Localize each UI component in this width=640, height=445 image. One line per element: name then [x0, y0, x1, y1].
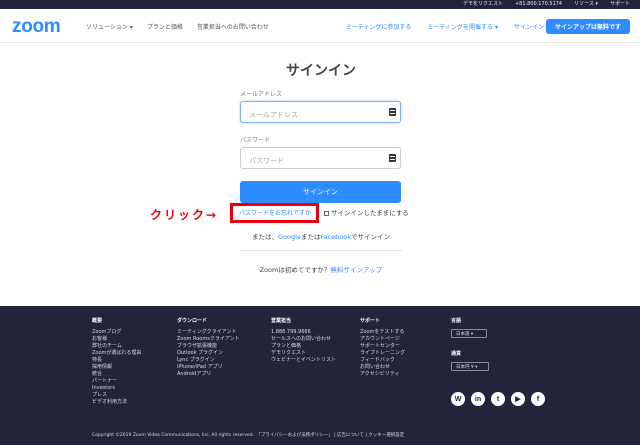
- join-meeting-link[interactable]: ミーティングに参加する: [346, 22, 412, 31]
- footer-link[interactable]: 特長: [92, 357, 141, 364]
- email-field-wrapper: [240, 101, 401, 125]
- footer-heading: 概要: [92, 318, 103, 324]
- new-user-line: Zoomは初めてですか？無料サインアップ: [240, 264, 402, 274]
- main-nav: zoom ソリューション ▾ プランと価格 営業担当へのお問い合わせ ミーティン…: [0, 9, 640, 43]
- footer-link[interactable]: お客様: [92, 336, 141, 343]
- nav-item-plans-pricing[interactable]: プランと価格: [147, 22, 183, 31]
- alternate-signin-line: または、GoogleまたはFacebookでサインイン: [240, 231, 402, 241]
- language-heading: 言語: [451, 318, 462, 324]
- currency-select[interactable]: 日本円 ¥ ▾: [451, 362, 489, 371]
- signin-submit-button[interactable]: サインイン: [240, 181, 401, 203]
- google-signin-link[interactable]: Google: [278, 233, 301, 241]
- password-field[interactable]: [241, 151, 381, 171]
- alt-mid: または: [300, 233, 321, 241]
- footer-link[interactable]: セールスへのお問い合わせ: [271, 336, 336, 343]
- youtube-icon[interactable]: ▶: [511, 392, 525, 406]
- footer-link[interactable]: Outlook プラグイン: [177, 350, 240, 357]
- footer-link[interactable]: 統合: [92, 371, 141, 378]
- footer-link[interactable]: パートナー: [92, 378, 141, 385]
- footer-link[interactable]: フィードバック: [360, 357, 405, 364]
- alt-prefix: または、: [252, 233, 279, 241]
- footer-column-about: 概要 Zoomブログ お客様 弊社のチーム Zoomが選ばれる理由 特長 採用情…: [92, 317, 141, 406]
- resources-menu[interactable]: リソース ▾: [574, 0, 598, 9]
- divider: [240, 250, 402, 251]
- footer-link[interactable]: ライブトレーニング: [360, 350, 405, 357]
- footer-link[interactable]: Zoom Roomsクライアント: [177, 336, 240, 343]
- social-links: W in t ▶ f: [451, 392, 545, 406]
- nav-item-contact-sales[interactable]: 営業担当へのお問い合わせ: [197, 22, 269, 31]
- footer-link[interactable]: Androidアプリ: [177, 371, 240, 378]
- signin-link[interactable]: サインイン: [514, 22, 544, 31]
- footer-link[interactable]: アカウントページ: [360, 336, 405, 343]
- free-signup-link[interactable]: 無料サインアップ: [330, 266, 382, 274]
- autofill-key-icon[interactable]: [389, 154, 396, 162]
- facebook-icon[interactable]: f: [531, 392, 545, 406]
- footer-link[interactable]: ビデオ利用方法: [92, 399, 141, 406]
- footer-heading: ダウンロード: [177, 318, 208, 324]
- keep-signed-in-checkbox[interactable]: [324, 211, 329, 216]
- facebook-signin-link[interactable]: Facebook: [320, 233, 351, 241]
- twitter-icon[interactable]: t: [491, 392, 505, 406]
- password-label: パスワード: [240, 137, 271, 144]
- nav-left-menu: ソリューション ▾ プランと価格 営業担当へのお問い合わせ: [86, 9, 269, 43]
- footer-link[interactable]: Investors: [92, 385, 141, 392]
- footer: 概要 Zoomブログ お客様 弊社のチーム Zoomが選ばれる理由 特長 採用情…: [0, 306, 640, 445]
- footer-link[interactable]: Lync プラグイン: [177, 357, 240, 364]
- page-title: サインイン: [286, 63, 356, 79]
- footer-link[interactable]: Zoomが選ばれる理由: [92, 350, 141, 357]
- forgot-password-link[interactable]: パスワードをお忘れですか: [239, 208, 311, 217]
- wordpress-icon[interactable]: W: [451, 392, 465, 406]
- footer-heading: 営業担当: [271, 318, 292, 324]
- email-label: メールアドレス: [240, 91, 283, 98]
- footer-link[interactable]: iPhone/iPad アプリ: [177, 364, 240, 371]
- keep-signed-in-option[interactable]: サインインしたままにする: [324, 207, 409, 217]
- footer-link[interactable]: 採用情報: [92, 364, 141, 371]
- keep-signed-in-label: サインインしたままにする: [331, 209, 409, 217]
- footer-link[interactable]: ミーティングクライアント: [177, 329, 240, 336]
- footer-link[interactable]: 1.888.799.9666: [271, 329, 336, 336]
- footer-link[interactable]: ブラウザ拡張機能: [177, 343, 240, 350]
- footer-link[interactable]: Zoomをテストする: [360, 329, 405, 336]
- phone-number[interactable]: +81.800.170.5174: [515, 0, 562, 9]
- footer-heading: サポート: [360, 318, 381, 324]
- nav-item-solutions[interactable]: ソリューション ▾: [86, 22, 133, 31]
- footer-link[interactable]: プランと価格: [271, 343, 336, 350]
- footer-link[interactable]: デモリクエスト: [271, 350, 336, 357]
- zoom-logo[interactable]: zoom: [12, 16, 61, 38]
- support-link[interactable]: サポート: [610, 0, 630, 9]
- currency-heading: 通貨: [451, 351, 462, 357]
- alt-suffix: でサインイン: [350, 233, 390, 241]
- click-annotation-label: クリック→: [150, 208, 219, 222]
- footer-link[interactable]: アクセシビリティ: [360, 371, 405, 378]
- language-select[interactable]: 日本語 ▾: [451, 329, 487, 338]
- autofill-key-icon[interactable]: [389, 108, 396, 116]
- host-meeting-menu[interactable]: ミーティングを開催する ▾: [427, 22, 498, 31]
- new-user-prefix: Zoomは初めてですか？: [259, 266, 331, 274]
- footer-column-sales: 営業担当 1.888.799.9666 セールスへのお問い合わせ プランと価格 …: [271, 317, 336, 364]
- footer-column-support: サポート Zoomをテストする アカウントページ サポートセンター ライブトレー…: [360, 317, 405, 378]
- linkedin-icon[interactable]: in: [471, 392, 485, 406]
- password-field-wrapper: [240, 147, 401, 171]
- nav-right-menu: ミーティングに参加する ミーティングを開催する ▾ サインイン: [346, 9, 544, 43]
- footer-link[interactable]: プレス: [92, 392, 141, 399]
- footer-link[interactable]: 弊社のチーム: [92, 343, 141, 350]
- footer-column-download: ダウンロード ミーティングクライアント Zoom Roomsクライアント ブラウ…: [177, 317, 240, 378]
- footer-link[interactable]: サポートセンター: [360, 343, 405, 350]
- footer-link[interactable]: ウェビナーとイベントリスト: [271, 357, 336, 364]
- email-field[interactable]: [241, 105, 381, 125]
- footer-link[interactable]: Zoomブログ: [92, 329, 141, 336]
- footer-column-settings: 言語 日本語 ▾ 通貨 日本円 ¥ ▾: [451, 317, 489, 383]
- copyright-text: Copyright ©2019 Zoom Video Communication…: [92, 433, 405, 438]
- signup-free-button[interactable]: サインアップは無料です: [546, 19, 630, 34]
- footer-link[interactable]: お問い合わせ: [360, 364, 405, 371]
- utility-bar: デモをリクエスト +81.800.170.5174 リソース ▾ サポート: [0, 0, 640, 9]
- request-demo-link[interactable]: デモをリクエスト: [463, 0, 503, 9]
